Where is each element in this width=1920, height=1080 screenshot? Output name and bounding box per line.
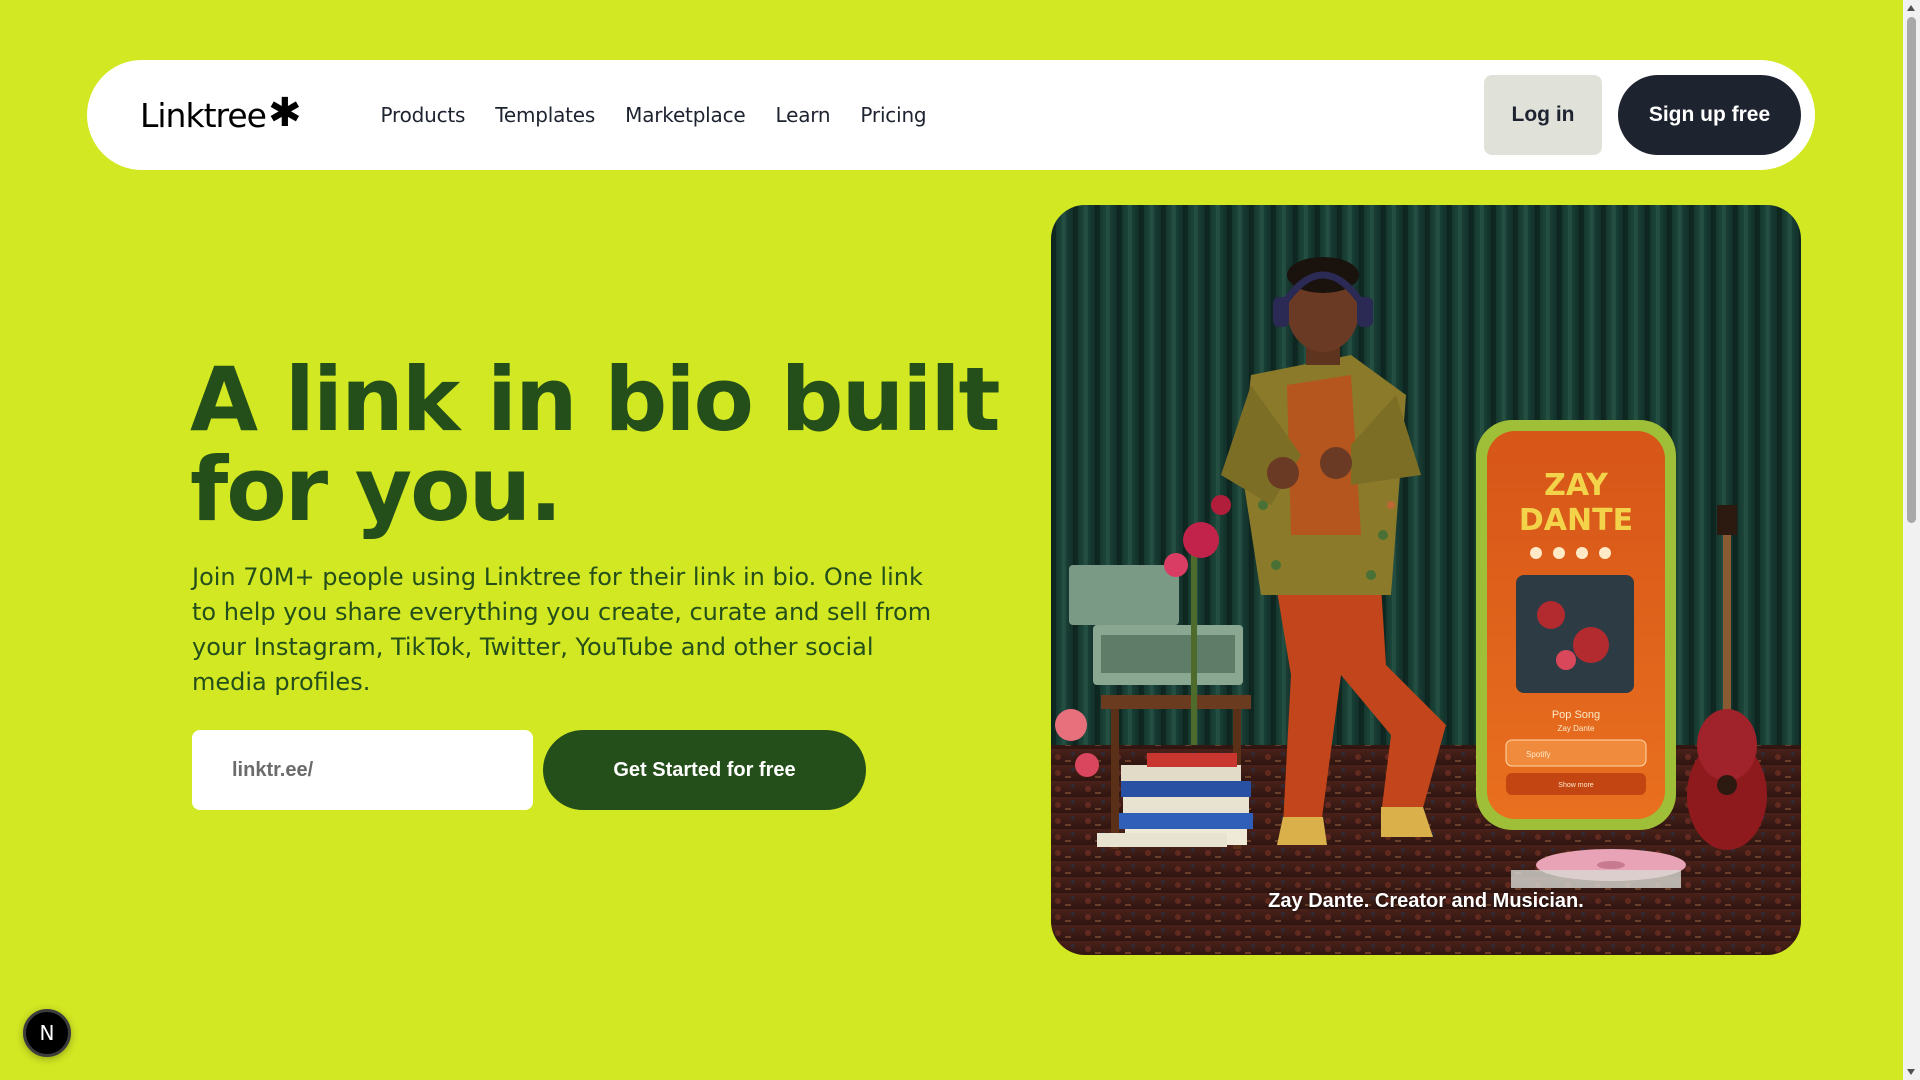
phone-song-title: Pop Song xyxy=(1552,709,1600,721)
hero-description: Join 70M+ people using Linktree for thei… xyxy=(192,563,932,696)
image-caption: Zay Dante. Creator and Musician. xyxy=(1268,890,1584,912)
hero-image: ZAY DANTE Pop Song Zay Dante Spotify Sho… xyxy=(1051,205,1801,955)
page-scrollbar[interactable] xyxy=(1903,0,1920,1080)
phone-more-label: Show more xyxy=(1558,782,1594,789)
login-button[interactable]: Log in xyxy=(1484,75,1602,155)
linktree-logo[interactable]: Linktree ✱ xyxy=(140,90,302,136)
logo-asterisk-icon: ✱ xyxy=(267,90,302,136)
claim-form: Get Started for free xyxy=(192,730,866,810)
phone-name-line1: ZAY xyxy=(1544,468,1609,503)
creator-photo-illustration: ZAY DANTE Pop Song Zay Dante Spotify Sho… xyxy=(1051,205,1801,955)
nav-link-learn[interactable]: Learn xyxy=(776,103,831,127)
phone-song-artist: Zay Dante xyxy=(1558,724,1595,733)
hero-title: A link in bio built for you. xyxy=(190,348,1001,541)
nav-links: Products Templates Marketplace Learn Pri… xyxy=(380,103,926,127)
get-started-button[interactable]: Get Started for free xyxy=(543,730,866,810)
logo-text: Linktree xyxy=(140,95,267,135)
nav-link-marketplace[interactable]: Marketplace xyxy=(625,103,746,127)
phone-name-line2: DANTE xyxy=(1519,503,1633,538)
next-n-icon[interactable]: N xyxy=(23,1009,71,1057)
scroll-down-icon[interactable] xyxy=(1907,1069,1915,1075)
nav-actions: Log in Sign up free xyxy=(1484,75,1801,155)
top-nav: Linktree ✱ Products Templates Marketplac… xyxy=(87,60,1815,170)
phone-link-label: Spotify xyxy=(1526,750,1550,759)
signup-button[interactable]: Sign up free xyxy=(1618,75,1801,155)
nav-link-products[interactable]: Products xyxy=(380,103,465,127)
scrollbar-thumb[interactable] xyxy=(1907,17,1916,523)
username-input[interactable] xyxy=(192,730,533,810)
scroll-up-icon[interactable] xyxy=(1907,5,1915,11)
nav-link-templates[interactable]: Templates xyxy=(495,103,595,127)
nav-link-pricing[interactable]: Pricing xyxy=(860,103,926,127)
